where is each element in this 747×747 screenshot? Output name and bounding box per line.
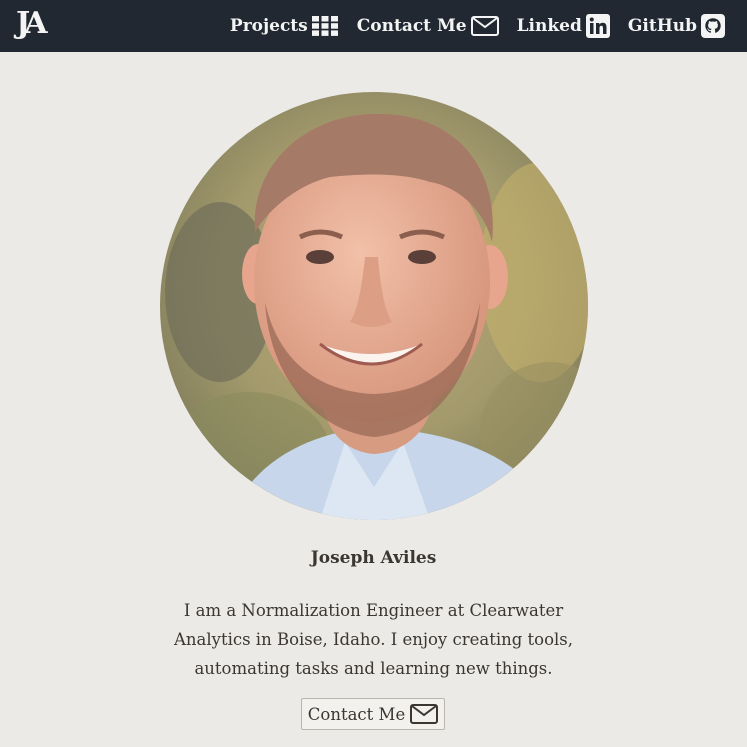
nav-projects-link[interactable]: Projects (230, 16, 339, 36)
grid-icon (311, 16, 338, 36)
nav-github-label: GitHub (627, 16, 697, 36)
profile-bio: I am a Normalization Engineer at Clearwa… (173, 601, 574, 678)
profile-photo-image (160, 92, 588, 520)
envelope-icon (410, 704, 439, 724)
envelope-icon (470, 16, 499, 36)
navbar: JA Projects Contact Me Linked GitHub (0, 0, 747, 52)
nav-projects-label: Projects (229, 16, 308, 36)
contact-me-button-label: Contact Me (307, 704, 406, 724)
nav-links: Projects Contact Me Linked GitHub (230, 0, 725, 52)
nav-linkedin-label: Linked (516, 16, 582, 36)
nav-contact-link[interactable]: Contact Me (357, 16, 499, 36)
github-icon (701, 14, 725, 38)
nav-linkedin-link[interactable]: Linked (517, 14, 610, 38)
nav-contact-label: Contact Me (356, 16, 467, 36)
profile-photo (160, 92, 588, 520)
linkedin-icon (585, 14, 610, 38)
profile-name: Joseph Aviles (310, 548, 437, 568)
contact-me-button[interactable]: Contact Me (301, 698, 445, 730)
logo[interactable]: JA (16, 4, 60, 44)
nav-github-link[interactable]: GitHub (628, 14, 725, 38)
